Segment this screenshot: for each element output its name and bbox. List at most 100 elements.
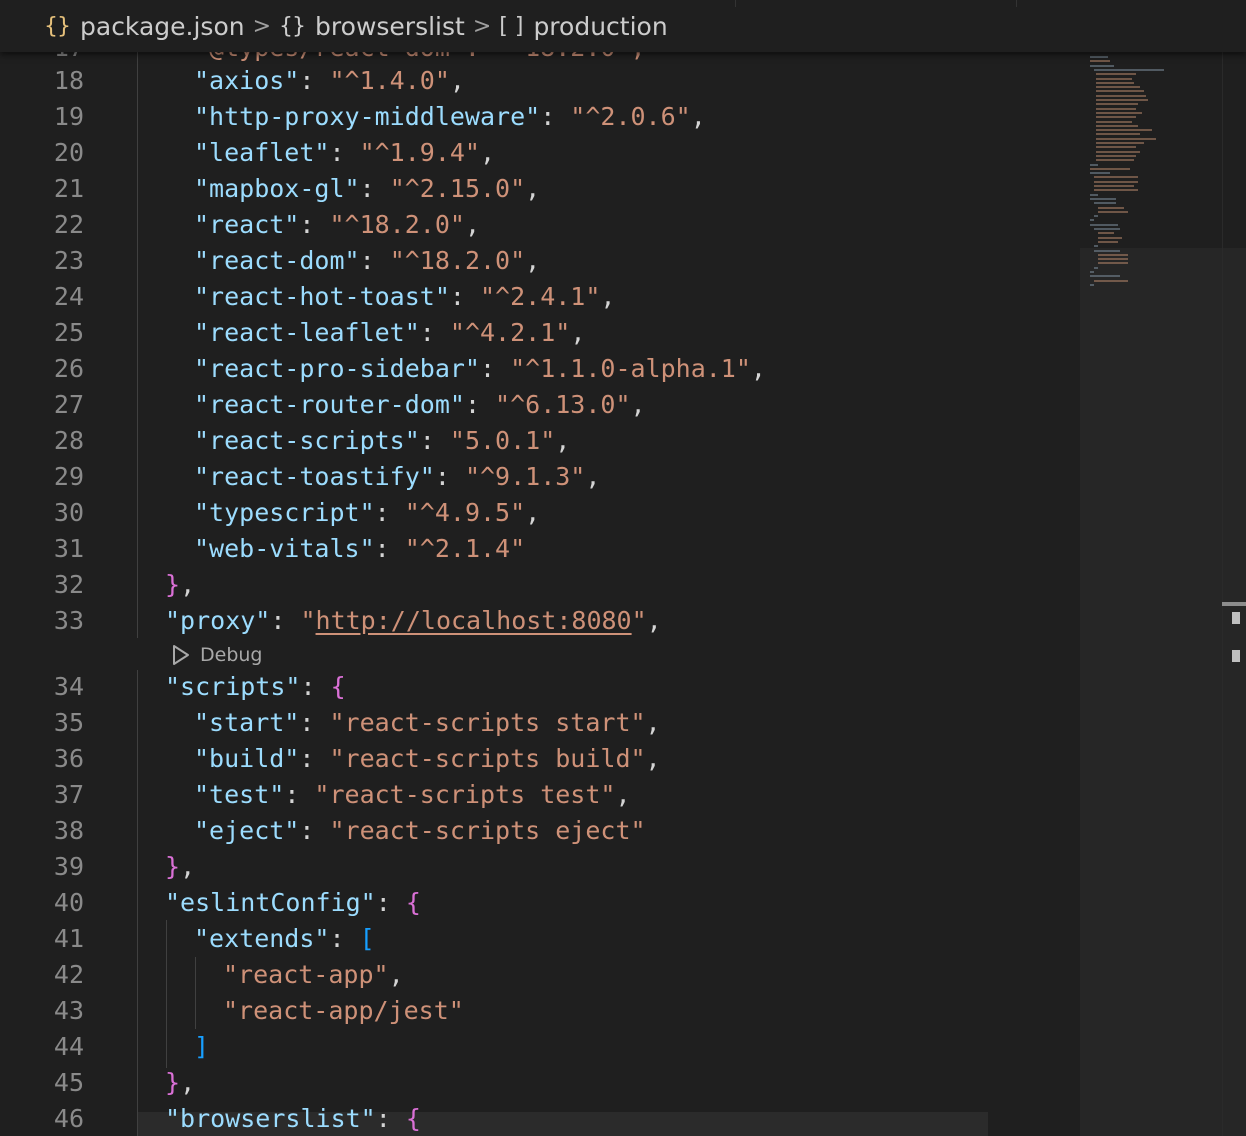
- code-line[interactable]: 23 "react-dom": "^18.2.0",: [0, 243, 1080, 279]
- code-token: "build": [194, 744, 300, 773]
- line-number: 46: [53, 1104, 84, 1133]
- code-token: }: [165, 570, 181, 599]
- line-number: 43: [53, 996, 84, 1025]
- code-text: "http-proxy-middleware": "^2.0.6",: [194, 99, 706, 135]
- code-token: :: [299, 708, 330, 737]
- breadcrumb-item-package-json[interactable]: {} package.json: [44, 12, 245, 41]
- minimap-line: [1098, 210, 1128, 213]
- code-token: "eject": [194, 816, 300, 845]
- code-token: :: [299, 744, 330, 773]
- code-token: "eslintConfig": [165, 888, 376, 917]
- code-line[interactable]: 45},: [0, 1065, 1080, 1101]
- breadcrumb-label: browserslist: [315, 11, 465, 41]
- code-token: ,: [464, 210, 480, 239]
- code-editor[interactable]: {} package.json > {} browserslist > [ ] …: [0, 0, 1246, 1136]
- code-text: "react-app",: [223, 957, 404, 993]
- code-line[interactable]: 35 "start": "react-scripts start",: [0, 705, 1080, 741]
- line-number: 23: [53, 246, 84, 275]
- code-token: "test": [194, 780, 285, 809]
- minimap-line: [1096, 150, 1140, 153]
- code-text: "axios": "^1.4.0",: [194, 63, 465, 99]
- code-text: "react-leaflet": "^4.2.1",: [194, 315, 585, 351]
- code-line[interactable]: 42 "react-app",: [0, 957, 1080, 993]
- proxy-url-link[interactable]: http://localhost:8080: [316, 606, 632, 635]
- code-line[interactable]: 40 "eslintConfig": {: [0, 885, 1080, 921]
- code-line[interactable]: 28 "react-scripts": "5.0.1",: [0, 423, 1080, 459]
- minimap-line: [1096, 124, 1138, 127]
- code-line[interactable]: 19 "http-proxy-middleware": "^2.0.6",: [0, 99, 1080, 135]
- code-token: "^18.2.0": [389, 246, 526, 275]
- code-token: :: [359, 246, 390, 275]
- code-line[interactable]: 43 "react-app/jest": [0, 993, 1080, 1029]
- code-line[interactable]: 44]: [0, 1029, 1080, 1065]
- code-line[interactable]: 22 "react": "^18.2.0",: [0, 207, 1080, 243]
- code-token: "typescript": [194, 498, 375, 527]
- code-text: },: [165, 1065, 195, 1101]
- code-line[interactable]: 46 "browserslist": {: [0, 1101, 1080, 1136]
- code-token: :: [299, 66, 330, 95]
- code-line[interactable]: 33 "proxy": "http://localhost:8080",: [0, 603, 1080, 639]
- code-token: "^2.0.6": [570, 102, 691, 131]
- code-token: "axios": [194, 66, 300, 95]
- line-number: 29: [53, 462, 84, 491]
- code-token: "react-hot-toast": [194, 282, 450, 311]
- code-line[interactable]: 21 "mapbox-gl": "^2.15.0",: [0, 171, 1080, 207]
- scrollbar-thumb[interactable]: [1222, 602, 1246, 606]
- minimap-line: [1098, 253, 1128, 256]
- code-line[interactable]: 20 "leaflet": "^1.9.4",: [0, 135, 1080, 171]
- code-token: :: [479, 354, 511, 383]
- code-line[interactable]: 32},: [0, 567, 1080, 603]
- code-token: "^1.1.0-alpha.1": [510, 354, 751, 383]
- minimap-line: [1096, 90, 1144, 93]
- code-text: "eject": "react-scripts eject": [194, 813, 646, 849]
- breadcrumb-item-browserslist[interactable]: {} browserslist: [279, 12, 465, 41]
- line-number: 33: [53, 606, 84, 635]
- minimap-line: [1094, 245, 1098, 248]
- braces-icon: {}: [279, 13, 306, 39]
- minimap-line: [1094, 279, 1128, 282]
- code-token: "^2.4.1": [479, 282, 601, 311]
- code-token: "^2.1.4": [404, 534, 526, 563]
- code-token: ,: [555, 426, 571, 455]
- code-line[interactable]: 24 "react-hot-toast": "^2.4.1",: [0, 279, 1080, 315]
- code-token: [: [359, 924, 375, 953]
- code-text: "extends": [: [194, 921, 375, 957]
- code-line[interactable]: 34 "scripts": {: [0, 669, 1080, 705]
- indent-guide: [166, 920, 167, 1068]
- code-token: :: [375, 888, 406, 917]
- code-line[interactable]: 39},: [0, 849, 1080, 885]
- line-number: 21: [53, 174, 84, 203]
- code-token: :: [540, 102, 571, 131]
- code-token: ]: [194, 1032, 210, 1061]
- code-line[interactable]: 37 "test": "react-scripts test",: [0, 777, 1080, 813]
- code-line[interactable]: 30 "typescript": "^4.9.5",: [0, 495, 1080, 531]
- code-line[interactable]: 41 "extends": [: [0, 921, 1080, 957]
- minimap-line: [1098, 240, 1118, 243]
- line-number: 30: [53, 498, 84, 527]
- code-token: :: [434, 462, 465, 491]
- code-line[interactable]: 31 "web-vitals": "^2.1.4": [0, 531, 1080, 567]
- minimap[interactable]: [1080, 52, 1230, 312]
- line-number: 34: [53, 672, 84, 701]
- breadcrumb-item-production[interactable]: [ ] production: [499, 12, 667, 41]
- code-line[interactable]: 18 "axios": "^1.4.0",: [0, 63, 1080, 99]
- vertical-scrollbar[interactable]: [1222, 52, 1246, 1136]
- code-text: ]: [194, 1029, 209, 1065]
- code-line[interactable]: 29 "react-toastify": "^9.1.3",: [0, 459, 1080, 495]
- line-number: 24: [53, 282, 84, 311]
- code-token: "react-leaflet": [194, 318, 420, 347]
- debug-codelens[interactable]: Debug: [170, 640, 262, 670]
- code-text: "proxy": "http://localhost:8080",: [165, 603, 662, 639]
- minimap-line: [1090, 219, 1094, 222]
- minimap-line: [1096, 154, 1136, 157]
- code-area[interactable]: 17"@types/react-dom": "^18.2.0",18"axios…: [0, 0, 1080, 1136]
- code-line[interactable]: 27 "react-router-dom": "^6.13.0",: [0, 387, 1080, 423]
- code-line[interactable]: 26 "react-pro-sidebar": "^1.1.0-alpha.1",: [0, 351, 1080, 387]
- code-line[interactable]: 36 "build": "react-scripts build",: [0, 741, 1080, 777]
- code-token: ,: [180, 1068, 196, 1097]
- code-line[interactable]: 25 "react-leaflet": "^4.2.1",: [0, 315, 1080, 351]
- code-line[interactable]: 38 "eject": "react-scripts eject": [0, 813, 1080, 849]
- line-number: 35: [53, 708, 84, 737]
- debug-label: Debug: [200, 644, 263, 666]
- code-text: "react-router-dom": "^6.13.0",: [194, 387, 646, 423]
